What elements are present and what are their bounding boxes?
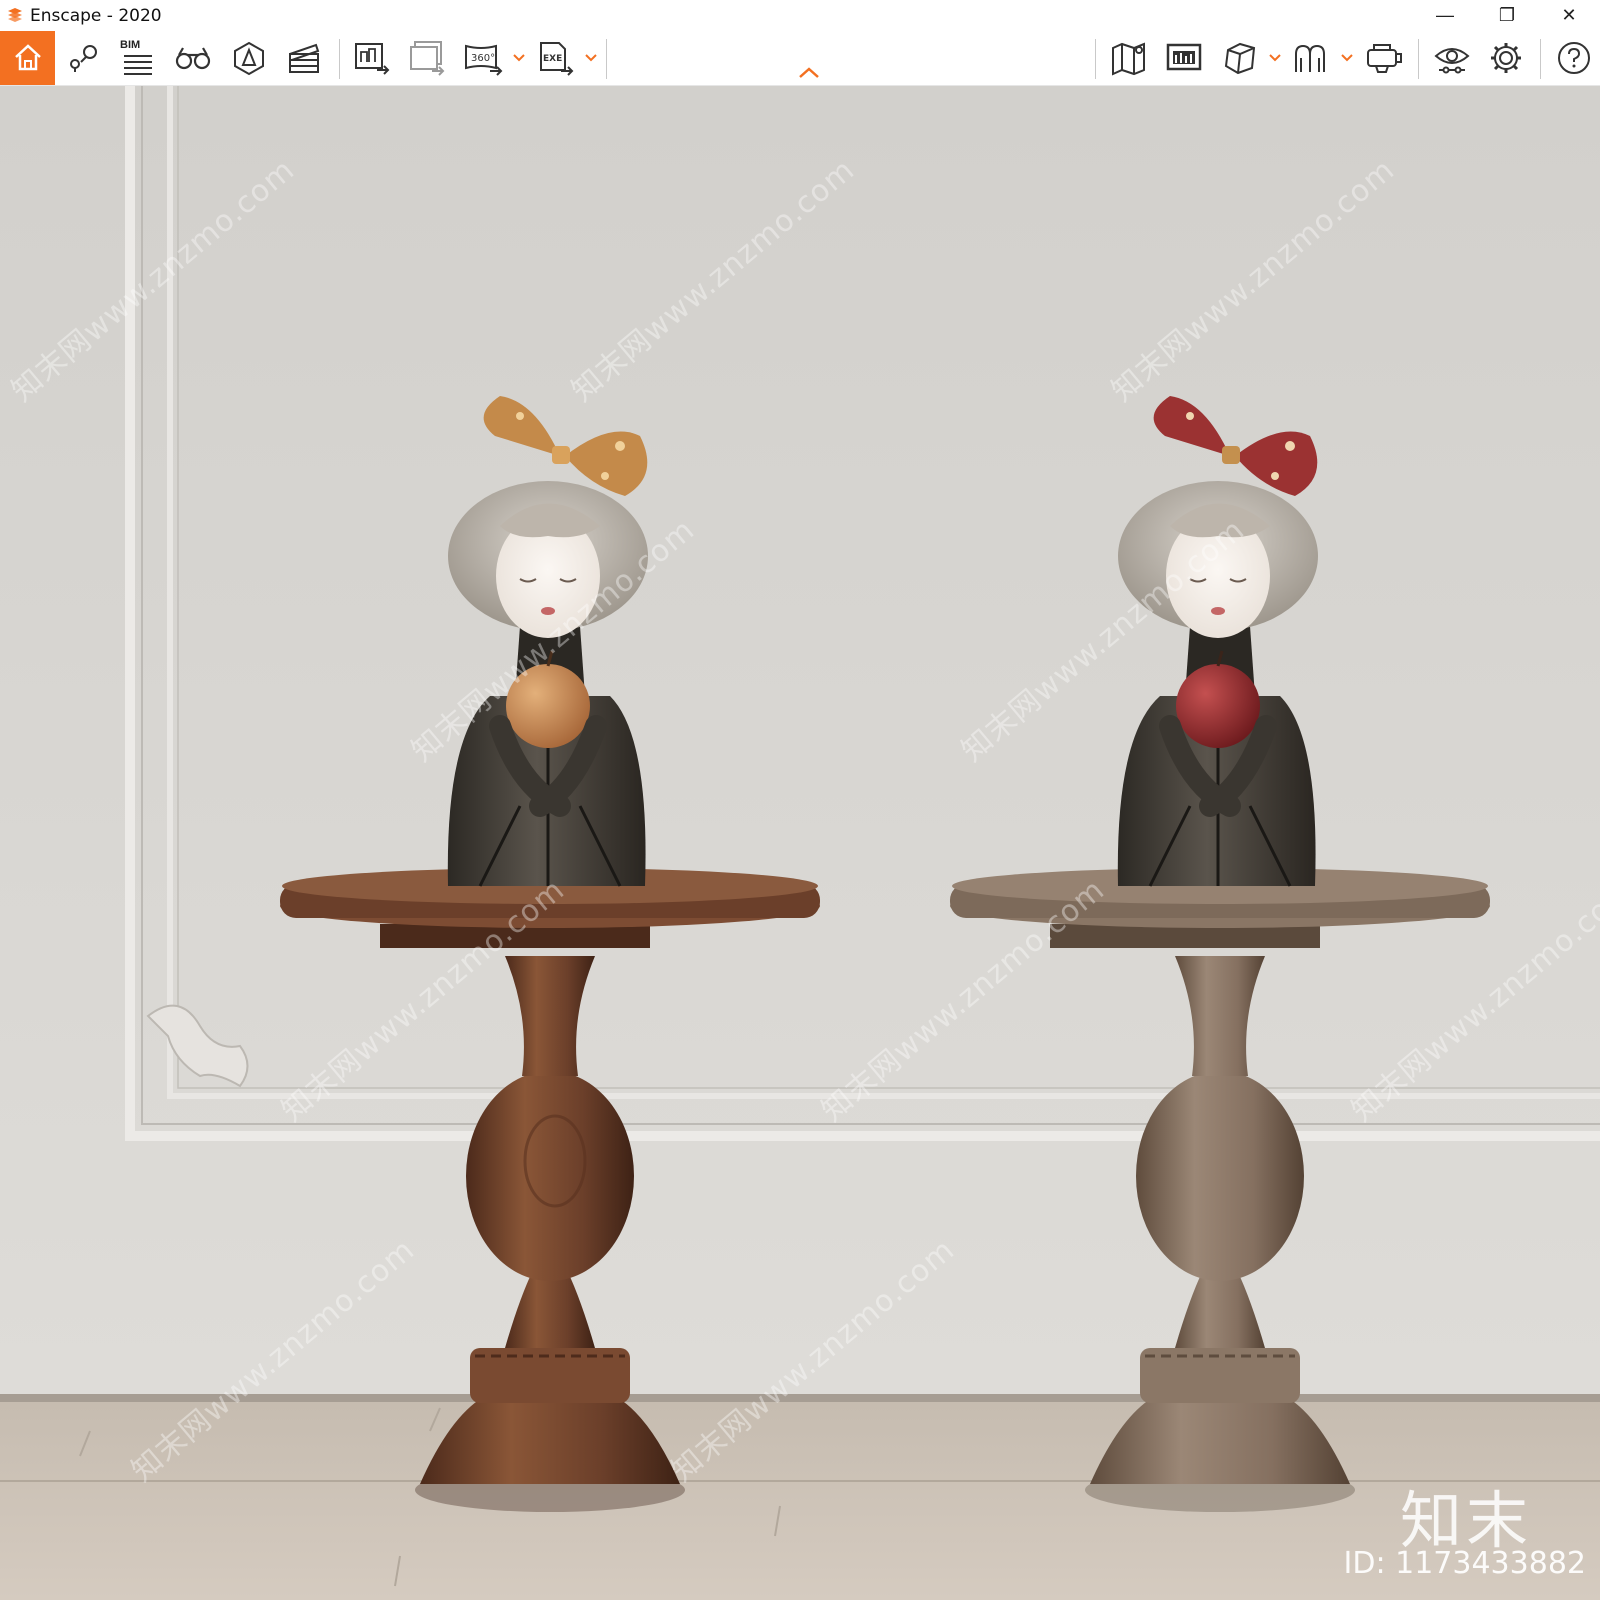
question-icon [1558, 42, 1590, 74]
render-image-button[interactable] [350, 36, 394, 80]
minimize-button[interactable]: — [1414, 0, 1476, 31]
chevron-down-icon [513, 54, 525, 62]
section-button[interactable] [1218, 36, 1262, 80]
chevron-down-icon [1269, 54, 1281, 62]
collapse-toolbar-button[interactable] [798, 66, 820, 84]
export-dropdown-button[interactable] [584, 51, 598, 65]
chevron-up-icon [799, 67, 819, 78]
asset-library-icon [234, 41, 264, 76]
svg-text:360°: 360° [471, 53, 495, 64]
home-icon [14, 44, 41, 71]
watermark-id: ID: 1173433882 [1343, 1546, 1586, 1581]
section-dropdown-button[interactable] [1268, 51, 1282, 65]
help-button[interactable] [1552, 36, 1596, 80]
vr-button[interactable] [1362, 36, 1406, 80]
people-icon [1295, 44, 1325, 72]
gear-icon [1491, 43, 1521, 73]
map-icon [1112, 42, 1145, 76]
collaborate-dropdown-button[interactable] [1340, 51, 1354, 65]
screen-icon [1166, 43, 1202, 71]
chevron-down-icon [585, 54, 597, 62]
batch-render-button[interactable] [405, 36, 449, 80]
export-image-icon [355, 43, 390, 75]
title-bar: Enscape - 2020 — ❐ ✕ [0, 0, 1600, 31]
clapperboard-icon [289, 43, 320, 73]
restore-icon: ❐ [1498, 5, 1516, 25]
eye-icon [1434, 48, 1470, 74]
minimize-icon: — [1436, 5, 1454, 25]
video-editor-button[interactable] [282, 36, 326, 80]
export-exe-icon: EXE [540, 42, 574, 76]
window-title: Enscape - 2020 [30, 5, 162, 26]
minimap-button[interactable] [1107, 36, 1151, 80]
toolbar-separator [1540, 39, 1541, 79]
collaborate-button[interactable] [1289, 36, 1333, 80]
map-pin-views-icon [70, 45, 97, 72]
toolbar-separator [339, 39, 340, 79]
chevron-down-icon [1341, 54, 1353, 62]
assets-button[interactable] [227, 36, 271, 80]
settings-button[interactable] [1484, 36, 1528, 80]
restore-button[interactable]: ❐ [1476, 0, 1538, 31]
home-button[interactable] [0, 31, 55, 85]
toolbar-separator [1418, 39, 1419, 79]
batch-export-icon [410, 41, 445, 76]
views-button[interactable] [61, 36, 105, 80]
toolbar-separator [1095, 39, 1096, 79]
enscape-logo-icon [6, 7, 24, 25]
export-exe-button[interactable]: EXE [534, 36, 578, 80]
visual-settings-button[interactable] [1430, 36, 1474, 80]
binoculars-icon [175, 47, 211, 70]
svg-text:EXE: EXE [543, 54, 562, 64]
cube-icon [1224, 42, 1256, 75]
batch-view-button[interactable] [1162, 36, 1206, 80]
vr-headset-icon [1367, 44, 1402, 73]
close-button[interactable]: ✕ [1538, 0, 1600, 31]
window-controls: — ❐ ✕ [1414, 0, 1600, 31]
panorama-dropdown-button[interactable] [512, 51, 526, 65]
walk-mode-button[interactable] [171, 36, 215, 80]
toolbar-separator [606, 39, 607, 79]
bim-label: BIM [120, 39, 141, 51]
render-viewport[interactable]: 知末网www.znzmo.com 知末网www.znzmo.com 知末网www… [0, 86, 1600, 1600]
panorama-360-icon: 360° [465, 44, 503, 76]
main-toolbar: BIM 360° EXE [0, 31, 1600, 86]
panorama-button[interactable]: 360° [461, 36, 505, 80]
close-icon: ✕ [1561, 5, 1577, 25]
